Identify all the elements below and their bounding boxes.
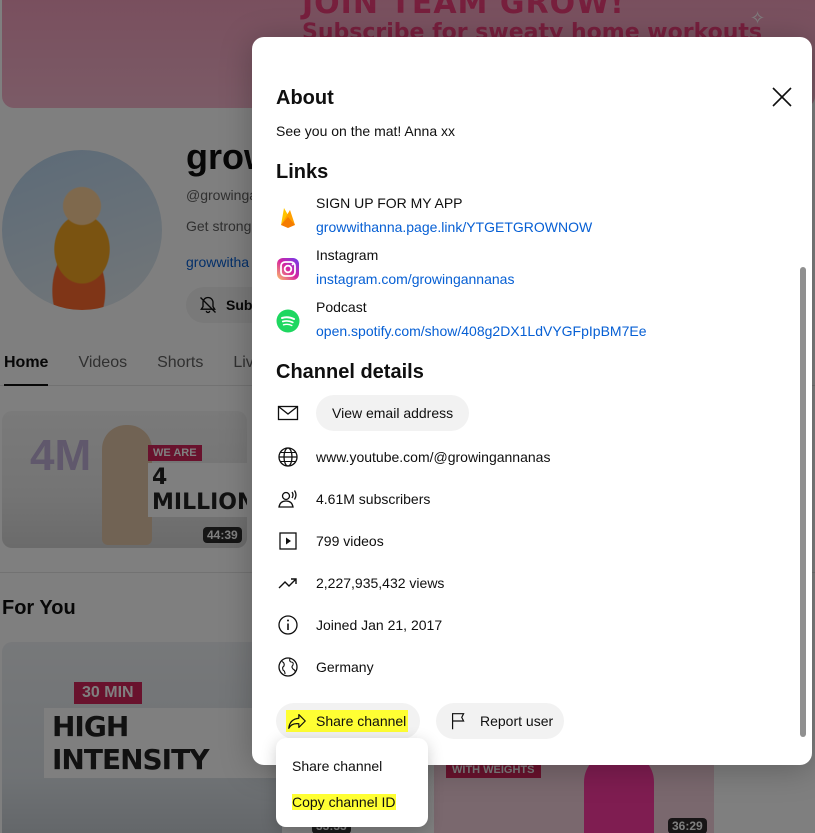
link-item-podcast: Podcast open.spotify.com/show/408g2DX1Ld… — [276, 299, 776, 343]
person-radio-icon — [278, 490, 297, 508]
video-count: 799 videos — [316, 533, 384, 549]
about-description: See you on the mat! Anna xx — [276, 123, 456, 139]
instagram-icon — [277, 258, 299, 280]
share-icon — [288, 713, 306, 729]
link-item-app: SIGN UP FOR MY APP growwithanna.page.lin… — [276, 195, 776, 239]
about-heading: About — [276, 87, 334, 109]
firebase-icon — [281, 208, 295, 228]
view-count: 2,227,935,432 views — [316, 575, 445, 591]
play-square-icon — [279, 532, 297, 550]
share-menu: Share channel Copy channel ID — [276, 738, 428, 827]
detail-joined: Joined Jan 21, 2017 — [276, 607, 776, 643]
earth-icon — [278, 657, 298, 677]
detail-views: 2,227,935,432 views — [276, 565, 776, 601]
link-url[interactable]: open.spotify.com/show/408g2DX1LdVYGFpIpB… — [316, 323, 646, 339]
link-url[interactable]: instagram.com/growingannanas — [316, 271, 514, 287]
subscriber-count: 4.61M subscribers — [316, 491, 431, 507]
share-channel-button[interactable]: Share channel — [276, 703, 420, 739]
menu-item-label: Copy channel ID — [292, 794, 396, 810]
info-icon — [278, 615, 298, 635]
close-icon[interactable] — [768, 83, 796, 111]
trending-up-icon — [278, 578, 297, 589]
links-heading: Links — [276, 161, 329, 183]
detail-url: www.youtube.com/@growingannanas — [276, 439, 776, 475]
mail-icon — [277, 405, 299, 421]
dialog-scrollbar[interactable] — [800, 267, 806, 737]
share-highlight: Share channel — [286, 710, 409, 732]
detail-country: Germany — [276, 649, 776, 685]
detail-subscribers: 4.61M subscribers — [276, 481, 776, 517]
flag-icon — [451, 713, 465, 730]
channel-url: www.youtube.com/@growingannanas — [316, 449, 551, 465]
detail-videos: 799 videos — [276, 523, 776, 559]
share-channel-label: Share channel — [316, 713, 407, 729]
report-user-button[interactable]: Report user — [436, 703, 564, 739]
menu-item-label: Share channel — [292, 758, 383, 774]
channel-details-heading: Channel details — [276, 361, 424, 383]
globe-icon — [278, 447, 298, 467]
report-user-label: Report user — [480, 713, 554, 729]
link-url[interactable]: growwithanna.page.link/YTGETGROWNOW — [316, 219, 592, 235]
link-item-instagram: Instagram instagram.com/growingannanas — [276, 247, 776, 291]
link-title: Instagram — [316, 247, 379, 263]
link-title: Podcast — [316, 299, 367, 315]
detail-email: View email address — [276, 395, 776, 431]
menu-item-copy-channel-id[interactable]: Copy channel ID — [276, 784, 428, 820]
about-dialog: About See you on the mat! Anna xx Links … — [252, 37, 812, 765]
menu-item-share-channel[interactable]: Share channel — [276, 748, 428, 784]
joined-date: Joined Jan 21, 2017 — [316, 617, 443, 633]
view-email-button[interactable]: View email address — [316, 395, 470, 431]
country: Germany — [316, 659, 374, 675]
link-title: SIGN UP FOR MY APP — [316, 195, 463, 211]
spotify-icon — [276, 309, 300, 333]
